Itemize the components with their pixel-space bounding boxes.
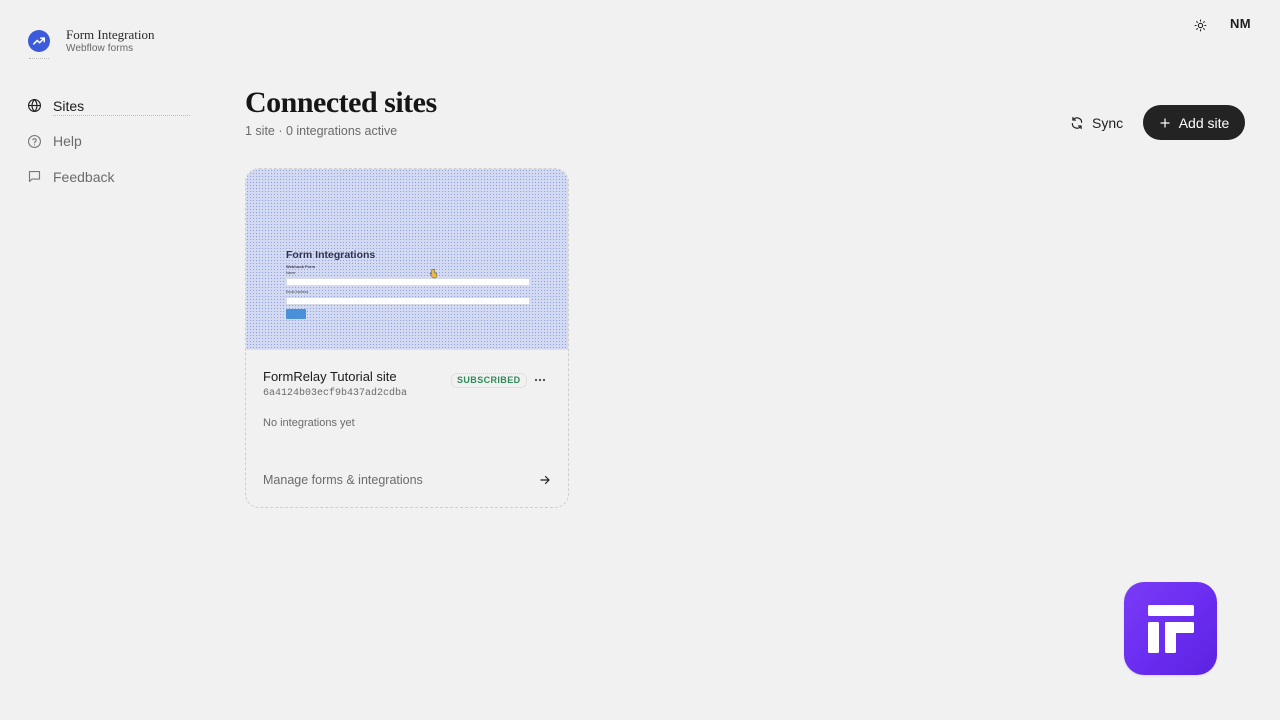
form-relay-logo-icon [1147, 604, 1194, 653]
hand-cursor-icon [429, 268, 438, 279]
more-horizontal-icon [534, 378, 546, 382]
brand-subtitle: Webflow forms [66, 43, 134, 54]
page-title: Connected sites [245, 86, 437, 119]
preview-title: Form Integrations [286, 249, 376, 261]
app-badge[interactable] [1124, 582, 1217, 675]
user-avatar[interactable]: NM [1230, 16, 1251, 31]
status-badge: SUBSCRIBED [451, 373, 527, 388]
add-site-button[interactable]: Add site [1143, 105, 1245, 140]
message-square-icon [26, 168, 43, 185]
sidebar-item-label: Sites [53, 97, 85, 114]
plus-icon [1160, 117, 1170, 128]
site-id: 6a4124b03ecf9b437ad2cdba [263, 388, 408, 399]
sidebar: Sites Help Feedback [26, 88, 196, 195]
sidebar-item-sites[interactable]: Sites [26, 88, 196, 124]
brand-text: Form Integration Webflow forms [66, 27, 154, 56]
theme-toggle-button[interactable] [1190, 15, 1210, 35]
refresh-icon [1071, 116, 1083, 129]
brand[interactable]: Form Integration Webflow forms [28, 27, 154, 59]
site-preview-thumbnail[interactable]: Form Integrations Webhook Form Name Emai… [246, 169, 568, 350]
sync-button[interactable]: Sync [1060, 106, 1133, 139]
site-name: FormRelay Tutorial site [263, 369, 397, 384]
page-subtitle: 1 site · 0 integrations active [245, 124, 398, 138]
globe-icon [26, 97, 43, 114]
integrations-empty-state: No integrations yet [263, 417, 355, 429]
sidebar-item-feedback[interactable]: Feedback [26, 159, 196, 195]
more-options-button[interactable] [532, 372, 548, 388]
arrow-right-icon[interactable] [538, 473, 552, 487]
preview-field-label: Name [286, 271, 296, 275]
brand-name: Form Integration [66, 27, 155, 42]
trend-line-icon [28, 30, 50, 59]
help-circle-icon [26, 133, 43, 150]
preview-subtitle: Webhook Form [286, 264, 316, 269]
preview-name-input [286, 278, 530, 286]
sidebar-item-label: Help [53, 133, 82, 150]
preview-field-label: Email Address [286, 290, 309, 294]
sidebar-item-help[interactable]: Help [26, 124, 196, 160]
sidebar-item-label: Feedback [53, 168, 115, 185]
manage-integrations-link[interactable]: Manage forms & integrations [263, 473, 423, 487]
preview-email-input [286, 297, 530, 305]
add-site-button-label: Add site [1178, 114, 1230, 131]
preview-submit-button [286, 309, 306, 319]
site-card[interactable]: Form Integrations Webhook Form Name Emai… [245, 168, 569, 508]
sun-icon [1194, 19, 1206, 31]
sync-button-label: Sync [1092, 114, 1124, 131]
